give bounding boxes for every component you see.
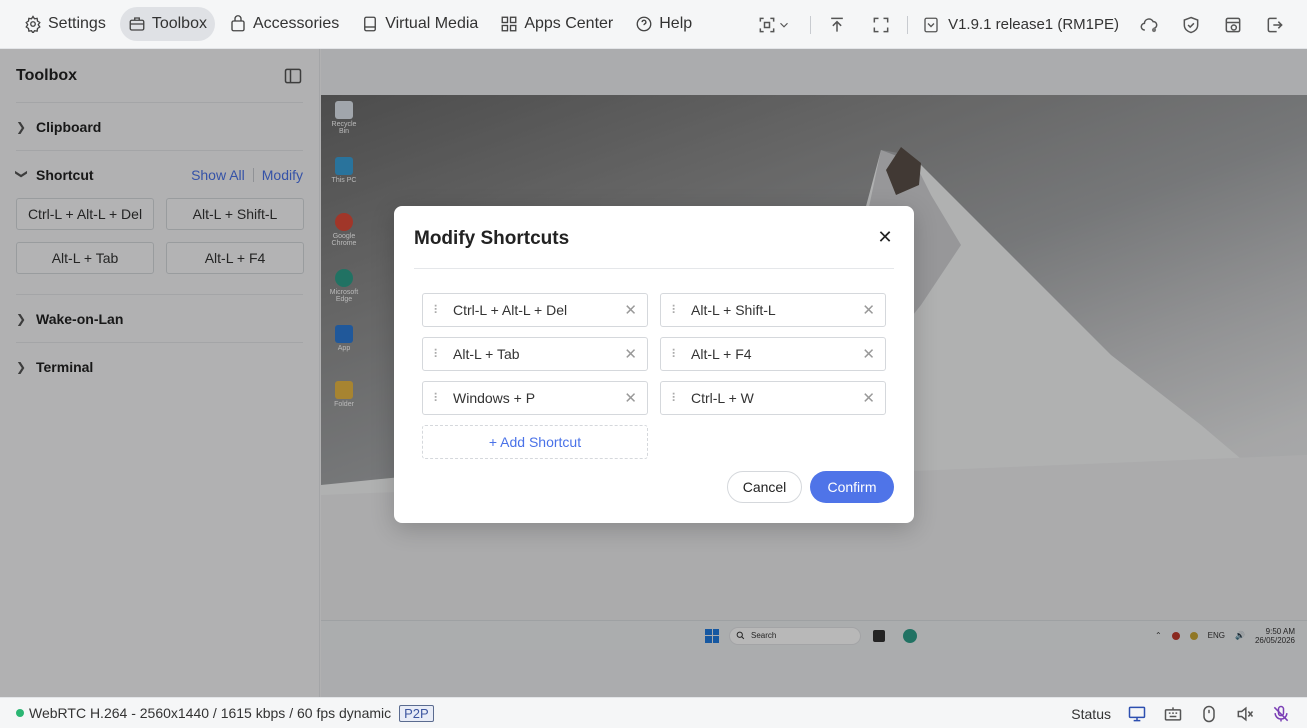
gear-icon xyxy=(25,15,41,33)
shortcut-chip[interactable]: ⠇ Ctrl-L + Alt-L + Del ✕ xyxy=(422,293,648,327)
add-shortcut-button[interactable]: + Add Shortcut xyxy=(422,425,648,459)
remove-icon[interactable]: ✕ xyxy=(862,345,875,363)
apps-icon xyxy=(501,16,517,32)
screen-capture-icon[interactable] xyxy=(752,13,796,37)
shortcut-list: ⠇ Ctrl-L + Alt-L + Del ✕ ⠇ Alt-L + Shift… xyxy=(422,293,886,459)
remove-icon[interactable]: ✕ xyxy=(624,345,637,363)
help-icon xyxy=(636,16,652,32)
nav-accessories-label: Accessories xyxy=(252,15,340,32)
confirm-button[interactable]: Confirm xyxy=(810,471,894,503)
nav-apps-center[interactable]: Apps Center xyxy=(492,7,621,41)
status-label[interactable]: Status xyxy=(1071,706,1111,722)
upload-icon[interactable] xyxy=(825,13,849,37)
shortcut-chip-label: Alt-L + Shift-L xyxy=(691,302,776,318)
shortcut-chip-label: Alt-L + Tab xyxy=(453,346,520,362)
divider xyxy=(414,268,894,269)
nav-toolbox-label: Toolbox xyxy=(151,15,207,32)
drag-handle-icon[interactable]: ⠇ xyxy=(671,347,681,361)
monitor-icon[interactable] xyxy=(1127,704,1147,724)
nav-settings-label: Settings xyxy=(48,15,106,32)
drag-handle-icon[interactable]: ⠇ xyxy=(433,303,443,317)
remove-icon[interactable]: ✕ xyxy=(862,301,875,319)
stream-info: WebRTC H.264 - 2560x1440 / 1615 kbps / 6… xyxy=(29,705,392,721)
drag-handle-icon[interactable]: ⠇ xyxy=(433,347,443,361)
close-icon[interactable]: ✕ xyxy=(876,228,894,246)
window-switch-icon[interactable] xyxy=(1221,13,1245,37)
divider xyxy=(810,15,812,34)
cancel-button[interactable]: Cancel xyxy=(727,471,802,503)
drag-handle-icon[interactable]: ⠇ xyxy=(433,391,443,405)
nav-toolbox[interactable]: Toolbox xyxy=(119,7,215,41)
top-nav-bar: Settings Toolbox Accessories Virtual Med… xyxy=(0,0,1307,49)
keyboard-icon[interactable] xyxy=(1163,704,1183,724)
toolbox-icon xyxy=(129,17,145,31)
status-bar: WebRTC H.264 - 2560x1440 / 1615 kbps / 6… xyxy=(0,697,1307,728)
shortcut-chip[interactable]: ⠇ Alt-L + Tab ✕ xyxy=(422,337,648,371)
remove-icon[interactable]: ✕ xyxy=(862,389,875,407)
shortcut-chip-label: Ctrl-L + Alt-L + Del xyxy=(453,302,568,318)
drag-handle-icon[interactable]: ⠇ xyxy=(671,303,681,317)
nav-help[interactable]: Help xyxy=(627,7,700,41)
drive-icon xyxy=(364,16,377,32)
divider xyxy=(907,15,909,34)
shortcut-chip[interactable]: ⠇ Alt-L + F4 ✕ xyxy=(660,337,886,371)
nav-settings[interactable]: Settings xyxy=(16,7,114,41)
shortcut-chip-label: Windows + P xyxy=(453,390,536,406)
nav-virtual-media[interactable]: Virtual Media xyxy=(353,7,486,41)
connection-status-dot xyxy=(16,709,24,717)
dialog-title: Modify Shortcuts xyxy=(414,228,570,249)
mic-muted-icon[interactable] xyxy=(1271,704,1291,724)
bag-icon xyxy=(231,15,245,32)
download-box-icon xyxy=(924,17,938,32)
nav-accessories[interactable]: Accessories xyxy=(221,7,347,41)
shortcut-chip[interactable]: ⠇ Windows + P ✕ xyxy=(422,381,648,415)
shortcut-chip-label: Alt-L + F4 xyxy=(691,346,752,362)
speaker-muted-icon[interactable] xyxy=(1235,704,1255,724)
nav-apps-center-label: Apps Center xyxy=(524,15,614,32)
version-label: V1.9.1 release1 (RM1PE) xyxy=(948,16,1119,33)
shield-icon[interactable] xyxy=(1179,13,1203,37)
remove-icon[interactable]: ✕ xyxy=(624,301,637,319)
nav-help-label: Help xyxy=(659,15,693,32)
nav-virtual-media-label: Virtual Media xyxy=(385,15,479,32)
logout-icon[interactable] xyxy=(1263,13,1287,37)
fullscreen-icon[interactable] xyxy=(869,13,893,37)
p2p-badge: P2P xyxy=(399,704,434,722)
shortcut-chip[interactable]: ⠇ Alt-L + Shift-L ✕ xyxy=(660,293,886,327)
version-info[interactable]: V1.9.1 release1 (RM1PE) xyxy=(922,16,1119,34)
shortcut-chip[interactable]: ⠇ Ctrl-L + W ✕ xyxy=(660,381,886,415)
remove-icon[interactable]: ✕ xyxy=(624,389,637,407)
modify-shortcuts-dialog: Modify Shortcuts ✕ ⠇ Ctrl-L + Alt-L + De… xyxy=(394,206,914,523)
shortcut-chip-label: Ctrl-L + W xyxy=(691,390,754,406)
drag-handle-icon[interactable]: ⠇ xyxy=(671,391,681,405)
mouse-icon[interactable] xyxy=(1199,704,1219,724)
cloud-icon[interactable] xyxy=(1137,13,1161,37)
